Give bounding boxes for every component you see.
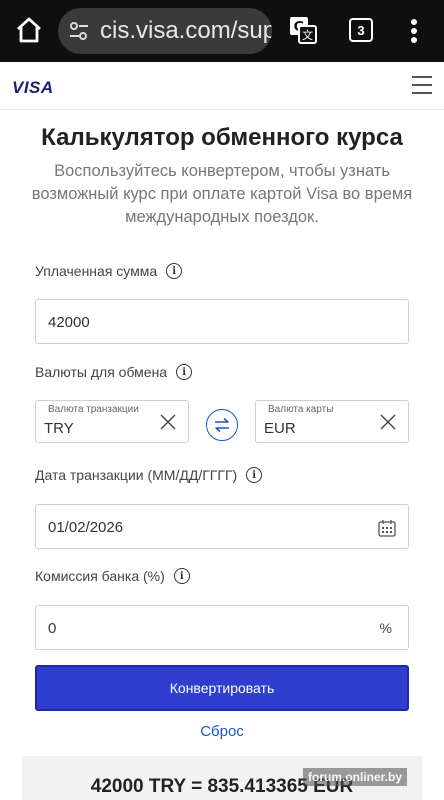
clear-icon[interactable] xyxy=(380,414,396,430)
fee-label-text: Комиссия банка (%) xyxy=(35,568,165,584)
info-icon[interactable]: i xyxy=(176,364,193,380)
to-currency-select[interactable]: Валюта карты EUR xyxy=(255,400,409,443)
amount-value[interactable]: 42000 xyxy=(48,314,90,331)
percent-suffix: % xyxy=(379,620,392,636)
info-icon[interactable]: i xyxy=(246,467,263,483)
amount-label: Уплаченная сумма i xyxy=(35,263,183,279)
home-icon[interactable] xyxy=(14,15,44,45)
currencies-label-text: Валюты для обмена xyxy=(35,364,168,380)
convert-button[interactable]: Конвертировать xyxy=(35,665,409,711)
swap-currencies-button[interactable] xyxy=(206,409,238,441)
info-icon[interactable]: i xyxy=(173,568,190,584)
hamburger-icon[interactable] xyxy=(412,76,432,94)
date-value[interactable]: 01/02/2026 xyxy=(48,519,123,536)
more-vert-icon[interactable] xyxy=(410,18,418,44)
date-label: Дата транзакции (ММ/ДД/ГГГГ) i xyxy=(35,467,263,483)
tune-icon[interactable] xyxy=(68,20,90,42)
to-currency-label: Валюта карты xyxy=(268,404,334,415)
translate-icon[interactable]: G文 xyxy=(289,16,317,44)
to-currency-value[interactable]: EUR xyxy=(264,420,296,437)
browser-toolbar: cis.visa.com/sup G文 3 xyxy=(0,0,444,62)
from-currency-label: Валюта транзакции xyxy=(48,404,139,415)
date-input[interactable]: 01/02/2026 xyxy=(35,504,409,549)
amount-input[interactable]: 42000 xyxy=(35,299,409,344)
fee-input[interactable]: 0 % xyxy=(35,605,409,650)
swap-icon xyxy=(215,417,229,433)
visa-logo[interactable]: VISA xyxy=(12,78,54,98)
tab-switcher-button[interactable]: 3 xyxy=(349,18,373,42)
svg-text:文: 文 xyxy=(302,28,313,42)
from-currency-value[interactable]: TRY xyxy=(44,420,74,437)
date-label-text: Дата транзакции (ММ/ДД/ГГГГ) xyxy=(35,467,238,483)
calendar-icon[interactable] xyxy=(378,519,396,537)
site-header: VISA xyxy=(0,62,444,110)
page-title: Калькулятор обменного курса xyxy=(41,124,403,151)
reset-link[interactable]: Сброс xyxy=(0,723,444,740)
amount-label-text: Уплаченная сумма xyxy=(35,263,158,279)
page-subtitle: Воспользуйтесь конвертером, чтобы узнать… xyxy=(31,162,413,226)
fee-value[interactable]: 0 xyxy=(48,620,56,637)
watermark: forum.onliner.by xyxy=(303,768,408,786)
clear-icon[interactable] xyxy=(160,414,176,430)
fee-label: Комиссия банка (%) i xyxy=(35,568,190,584)
currencies-label: Валюты для обмена i xyxy=(35,364,193,380)
info-icon[interactable]: i xyxy=(166,263,183,279)
url-text[interactable]: cis.visa.com/sup xyxy=(100,17,272,45)
from-currency-select[interactable]: Валюта транзакции TRY xyxy=(35,400,189,443)
address-bar[interactable]: cis.visa.com/sup xyxy=(58,8,272,54)
